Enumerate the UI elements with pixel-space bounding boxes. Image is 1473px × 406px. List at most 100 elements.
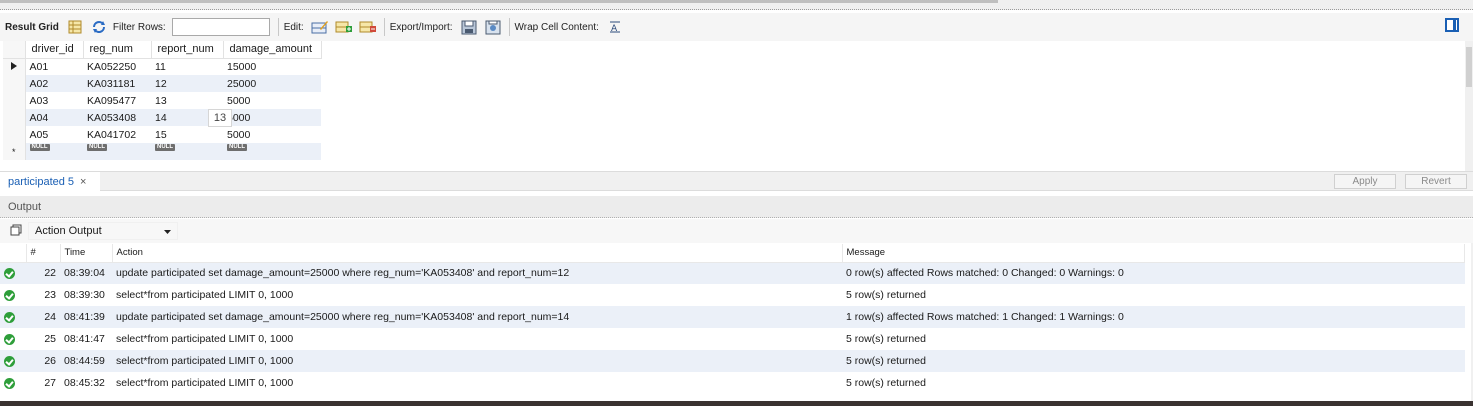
cell-time[interactable]: 08:39:04 (60, 262, 112, 284)
cell-message[interactable]: 0 row(s) affected Rows matched: 0 Change… (842, 262, 1465, 284)
cell-report-num[interactable]: 15 (151, 126, 223, 143)
cell-time[interactable]: 08:41:47 (60, 328, 112, 350)
cell-message[interactable]: 5 row(s) returned (842, 284, 1465, 306)
close-tab-icon[interactable]: × (80, 176, 86, 188)
cell-action[interactable]: update participated set damage_amount=25… (112, 262, 842, 284)
result-grid-label[interactable]: Result Grid (5, 22, 59, 33)
add-row-icon[interactable] (334, 18, 354, 36)
column-header-report-num[interactable]: report_num (151, 41, 224, 59)
column-header-message[interactable]: Message (842, 244, 1465, 263)
table-row[interactable]: 22 08:39:04 update participated set dama… (0, 262, 1465, 284)
cell-action[interactable]: select*from participated LIMIT 0, 1000 (112, 328, 842, 350)
cell-action[interactable]: select*from participated LIMIT 0, 1000 (112, 284, 842, 306)
table-row[interactable]: A02 KA031181 12 25000 (3, 75, 321, 92)
cell-number[interactable]: 27 (26, 372, 60, 394)
current-row-marker-icon[interactable] (3, 58, 26, 75)
cell-action[interactable]: select*from participated LIMIT 0, 1000 (112, 372, 842, 394)
table-row[interactable]: A03 KA095477 13 5000 (3, 92, 321, 109)
column-header-reg-num[interactable]: reg_num (83, 41, 152, 59)
row-header[interactable] (3, 75, 26, 92)
tab-participated-5[interactable]: participated 5 × (0, 172, 100, 191)
new-row[interactable]: * NULL NULL NULL NULL (3, 143, 321, 160)
null-cell[interactable]: NULL (83, 143, 151, 160)
cell-damage-amount[interactable]: 5000 (223, 92, 321, 109)
import-icon[interactable] (483, 18, 503, 36)
cell-number[interactable]: 22 (26, 262, 60, 284)
cell-time[interactable]: 08:39:30 (60, 284, 112, 306)
revert-button[interactable]: Revert (1405, 174, 1467, 189)
cell-action[interactable]: select*from participated LIMIT 0, 1000 (112, 350, 842, 372)
cell-damage-amount[interactable]: 5000 (223, 109, 321, 126)
cell-reg-num[interactable]: KA031181 (83, 75, 151, 92)
null-cell[interactable]: NULL (151, 143, 223, 160)
null-cell[interactable]: NULL (25, 143, 83, 160)
cell-driver-id[interactable]: A05 (25, 126, 83, 143)
row-header[interactable] (3, 109, 26, 126)
row-header-corner[interactable] (3, 41, 26, 59)
status-cell (0, 372, 26, 394)
table-row[interactable]: 27 08:45:32 select*from participated LIM… (0, 372, 1465, 394)
cell-reg-num[interactable]: KA053408 (83, 109, 151, 126)
output-type-select[interactable]: Action Output (28, 222, 178, 240)
svg-text:A: A (611, 24, 618, 34)
filter-rows-input[interactable] (171, 18, 270, 36)
cell-report-num[interactable]: 11 (151, 58, 223, 75)
table-row[interactable]: A04 KA053408 14 5000 (3, 109, 321, 126)
horizontal-scrollbar-thumb[interactable] (0, 0, 998, 3)
cell-driver-id[interactable]: A02 (25, 75, 83, 92)
cell-driver-id[interactable]: A01 (25, 58, 83, 75)
filter-rows-label: Filter Rows: (112, 21, 166, 33)
cell-report-num[interactable]: 13 (151, 92, 223, 109)
column-header-damage-amount[interactable]: damage_amount (223, 41, 322, 59)
grid-header-row: driver_id reg_num report_num damage_amou… (3, 41, 322, 59)
new-row-marker[interactable]: * (3, 143, 26, 160)
delete-row-icon[interactable] (358, 18, 378, 36)
export-icon[interactable] (459, 18, 479, 36)
cell-time[interactable]: 08:41:39 (60, 306, 112, 328)
table-row[interactable]: 24 08:41:39 update participated set dama… (0, 306, 1465, 328)
cell-driver-id[interactable]: A03 (25, 92, 83, 109)
cell-message[interactable]: 5 row(s) returned (842, 350, 1465, 372)
cell-reg-num[interactable]: KA041702 (83, 126, 151, 143)
wrap-text-icon[interactable]: A (605, 18, 625, 36)
apply-button[interactable]: Apply (1334, 174, 1396, 189)
cell-action[interactable]: update participated set damage_amount=25… (112, 306, 842, 328)
cell-damage-amount[interactable]: 5000 (223, 126, 321, 143)
grid-view-icon[interactable] (65, 18, 85, 36)
null-cell[interactable]: NULL (223, 143, 321, 160)
cell-reg-num[interactable]: KA052250 (83, 58, 151, 75)
cell-reg-num[interactable]: KA095477 (83, 92, 151, 109)
cell-message[interactable]: 5 row(s) returned (842, 372, 1465, 394)
cell-damage-amount[interactable]: 15000 (223, 58, 321, 75)
cell-report-num[interactable]: 12 (151, 75, 223, 92)
column-header-driver-id[interactable]: driver_id (25, 41, 84, 59)
row-header[interactable] (3, 126, 26, 143)
table-row[interactable]: 26 08:44:59 select*from participated LIM… (0, 350, 1465, 372)
table-row[interactable]: 23 08:39:30 select*from participated LIM… (0, 284, 1465, 306)
table-row[interactable]: A05 KA041702 15 5000 (3, 126, 321, 143)
row-header[interactable] (3, 92, 26, 109)
cell-damage-amount[interactable]: 25000 (223, 75, 321, 92)
table-row[interactable]: A01 KA052250 11 15000 (3, 58, 321, 75)
toolbar-divider (383, 18, 385, 36)
grid-scrollbar-thumb[interactable] (1466, 47, 1472, 87)
column-header-number[interactable]: # (26, 244, 61, 263)
cell-number[interactable]: 26 (26, 350, 60, 372)
refresh-icon[interactable] (89, 18, 109, 36)
column-header-status[interactable] (0, 244, 27, 263)
cell-message[interactable]: 1 row(s) affected Rows matched: 1 Change… (842, 306, 1465, 328)
copy-icon[interactable] (10, 224, 22, 239)
table-row[interactable]: 25 08:41:47 select*from participated LIM… (0, 328, 1465, 350)
cell-number[interactable]: 24 (26, 306, 60, 328)
cell-number[interactable]: 25 (26, 328, 60, 350)
cell-driver-id[interactable]: A04 (25, 109, 83, 126)
edit-row-icon[interactable] (310, 18, 330, 36)
column-header-time[interactable]: Time (60, 244, 113, 263)
cell-number[interactable]: 23 (26, 284, 60, 306)
grid-vertical-scrollbar[interactable] (1465, 41, 1473, 171)
cell-message[interactable]: 5 row(s) returned (842, 328, 1465, 350)
cell-time[interactable]: 08:45:32 (60, 372, 112, 394)
column-header-action[interactable]: Action (112, 244, 843, 263)
cell-time[interactable]: 08:44:59 (60, 350, 112, 372)
toggle-side-panel-icon[interactable] (1445, 18, 1459, 32)
